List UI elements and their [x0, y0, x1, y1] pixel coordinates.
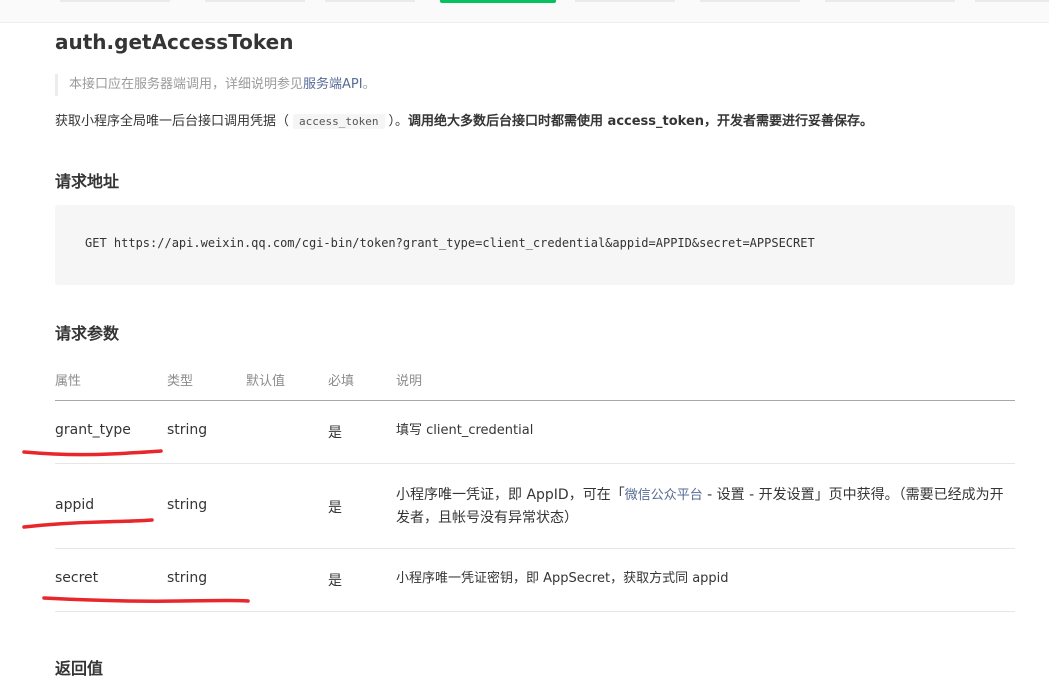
- annotation-layer: [22, 449, 250, 603]
- red-underline-mark: [42, 596, 250, 603]
- red-underline-mark: [22, 518, 154, 529]
- red-underline-mark: [22, 449, 163, 457]
